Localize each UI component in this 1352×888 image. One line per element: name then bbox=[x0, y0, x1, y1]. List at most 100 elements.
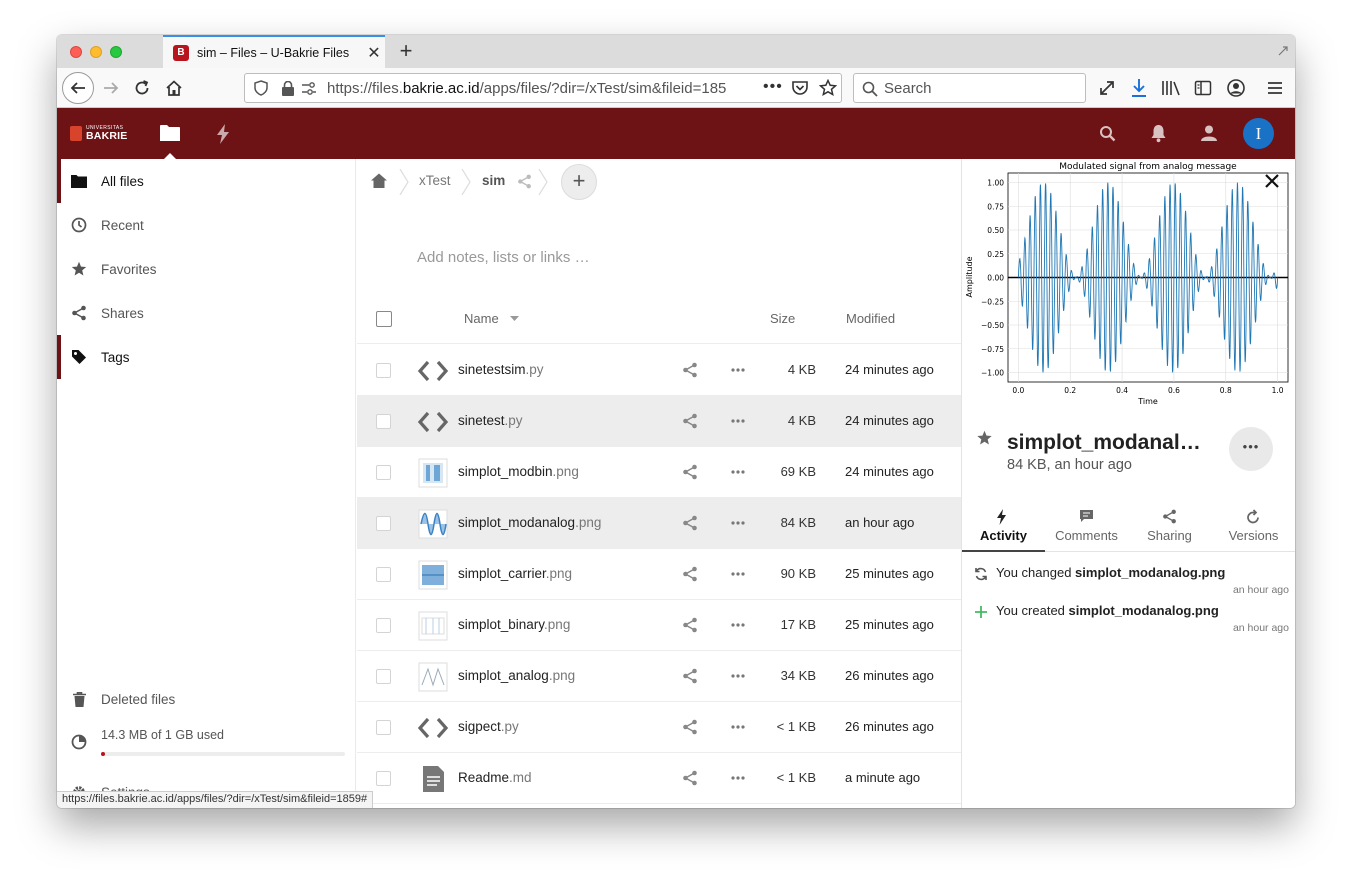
sidebar-item-tags[interactable]: Tags bbox=[57, 335, 356, 379]
tab-sharing[interactable]: Sharing bbox=[1128, 504, 1211, 552]
share-icon[interactable] bbox=[682, 515, 698, 531]
more-actions-icon[interactable] bbox=[730, 719, 746, 735]
notes-placeholder[interactable]: Add notes, lists or links … bbox=[417, 249, 590, 266]
close-details-icon[interactable] bbox=[1265, 174, 1279, 188]
row-checkbox[interactable] bbox=[376, 771, 391, 786]
row-checkbox[interactable] bbox=[376, 618, 391, 633]
shield-icon[interactable] bbox=[253, 80, 269, 96]
share-icon[interactable] bbox=[682, 566, 698, 582]
new-file-button[interactable]: + bbox=[561, 164, 597, 200]
tab-activity[interactable]: Activity bbox=[962, 504, 1045, 552]
home-button[interactable] bbox=[160, 74, 188, 102]
more-actions-icon[interactable] bbox=[730, 413, 746, 429]
tab-active[interactable]: B sim – Files – U-Bakrie Files ✕ bbox=[163, 35, 385, 68]
sidebar-item-recent[interactable]: Recent bbox=[57, 203, 356, 247]
expand-icon[interactable] bbox=[1098, 79, 1116, 97]
sidebar-item-favorites[interactable]: Favorites bbox=[57, 247, 356, 291]
page-actions-icon[interactable]: ••• bbox=[763, 78, 783, 96]
table-row[interactable]: sigpect.py < 1 KB 26 minutes ago bbox=[357, 702, 961, 753]
download-icon[interactable] bbox=[1130, 78, 1148, 98]
details-more-button[interactable]: ••• bbox=[1229, 427, 1273, 471]
activity-app-icon[interactable] bbox=[216, 124, 230, 144]
row-checkbox[interactable] bbox=[376, 516, 391, 531]
notifications-bell-icon[interactable] bbox=[1150, 124, 1167, 143]
permissions-icon[interactable] bbox=[301, 81, 317, 96]
select-all-checkbox[interactable] bbox=[376, 311, 392, 327]
minimize-window-button[interactable] bbox=[90, 46, 102, 58]
table-row[interactable]: sinetest.py 4 KB 24 minutes ago bbox=[357, 396, 961, 447]
restore-icon[interactable] bbox=[1277, 43, 1289, 57]
files-app-button[interactable] bbox=[157, 118, 183, 159]
table-row[interactable]: Readme.md < 1 KB a minute ago bbox=[357, 753, 961, 804]
share-icon[interactable] bbox=[682, 719, 698, 735]
row-checkbox[interactable] bbox=[376, 465, 391, 480]
library-icon[interactable] bbox=[1161, 79, 1181, 97]
more-actions-icon[interactable] bbox=[730, 515, 746, 531]
browser-search-field[interactable]: Search bbox=[853, 73, 1086, 103]
breadcrumb-sim[interactable]: sim bbox=[482, 173, 505, 188]
file-name[interactable]: sigpect.py bbox=[458, 719, 519, 734]
sidebar-toggle-icon[interactable] bbox=[1194, 79, 1212, 97]
file-name[interactable]: simplot_analog.png bbox=[458, 668, 575, 683]
share-icon[interactable] bbox=[682, 413, 698, 429]
sidebar-item-all-files[interactable]: All files bbox=[57, 159, 356, 203]
more-actions-icon[interactable] bbox=[730, 464, 746, 480]
file-name[interactable]: Readme.md bbox=[458, 770, 532, 785]
home-icon[interactable] bbox=[371, 173, 387, 188]
pocket-icon[interactable] bbox=[791, 80, 809, 97]
row-checkbox[interactable] bbox=[376, 567, 391, 582]
modified-column-header[interactable]: Modified bbox=[846, 311, 895, 326]
more-actions-icon[interactable] bbox=[730, 668, 746, 684]
breadcrumb-xtest[interactable]: xTest bbox=[419, 173, 451, 188]
row-checkbox[interactable] bbox=[376, 720, 391, 735]
account-icon[interactable] bbox=[1226, 78, 1246, 98]
user-avatar[interactable]: I bbox=[1243, 118, 1274, 149]
close-tab-icon[interactable]: ✕ bbox=[363, 43, 385, 63]
table-row[interactable]: simplot_binary.png 17 KB 25 minutes ago bbox=[357, 600, 961, 651]
share-icon[interactable] bbox=[682, 668, 698, 684]
table-row[interactable]: simplot_analog.png 34 KB 26 minutes ago bbox=[357, 651, 961, 702]
sidebar-item-deleted-files[interactable]: Deleted files bbox=[57, 677, 356, 721]
url-bar[interactable]: https://files.bakrie.ac.id/apps/files/?d… bbox=[244, 73, 842, 103]
tab-comments[interactable]: Comments bbox=[1045, 504, 1128, 552]
table-row[interactable]: simplot_modanalog.png 84 KB an hour ago bbox=[357, 498, 961, 549]
file-name[interactable]: simplot_binary.png bbox=[458, 617, 570, 632]
more-actions-icon[interactable] bbox=[730, 362, 746, 378]
share-icon[interactable] bbox=[682, 617, 698, 633]
file-name[interactable]: simplot_modanalog.png bbox=[458, 515, 601, 530]
forward-button[interactable] bbox=[97, 74, 125, 102]
table-row[interactable]: simplot_modbin.png 69 KB 24 minutes ago bbox=[357, 447, 961, 498]
file-name[interactable]: sinetestsim.py bbox=[458, 362, 544, 377]
file-name[interactable]: sinetest.py bbox=[458, 413, 523, 428]
back-button[interactable] bbox=[62, 72, 94, 104]
row-checkbox[interactable] bbox=[376, 669, 391, 684]
row-checkbox[interactable] bbox=[376, 414, 391, 429]
share-icon[interactable] bbox=[682, 464, 698, 480]
share-icon[interactable] bbox=[517, 174, 532, 189]
more-actions-icon[interactable] bbox=[730, 566, 746, 582]
header-search-icon[interactable] bbox=[1099, 125, 1116, 142]
more-actions-icon[interactable] bbox=[730, 770, 746, 786]
name-column-header[interactable]: Name bbox=[464, 311, 499, 326]
share-icon[interactable] bbox=[682, 770, 698, 786]
bakrie-logo[interactable]: UNIVERSITAS BAKRIE bbox=[70, 125, 132, 143]
share-icon[interactable] bbox=[682, 362, 698, 378]
close-window-button[interactable] bbox=[70, 46, 82, 58]
zoom-window-button[interactable] bbox=[110, 46, 122, 58]
size-column-header[interactable]: Size bbox=[770, 311, 795, 326]
contacts-icon[interactable] bbox=[1200, 124, 1218, 142]
lock-icon[interactable] bbox=[281, 81, 295, 96]
hamburger-menu-icon[interactable] bbox=[1266, 79, 1284, 97]
sort-desc-icon[interactable] bbox=[510, 316, 519, 322]
file-name[interactable]: simplot_carrier.png bbox=[458, 566, 572, 581]
reload-button[interactable] bbox=[128, 74, 156, 102]
tab-versions[interactable]: Versions bbox=[1212, 504, 1295, 552]
favorite-star-icon[interactable] bbox=[976, 430, 993, 446]
new-tab-button[interactable]: + bbox=[395, 39, 417, 63]
sidebar-item-shares[interactable]: Shares bbox=[57, 291, 356, 335]
file-name[interactable]: simplot_modbin.png bbox=[458, 464, 579, 479]
bookmark-star-icon[interactable] bbox=[819, 79, 837, 97]
row-checkbox[interactable] bbox=[376, 363, 391, 378]
more-actions-icon[interactable] bbox=[730, 617, 746, 633]
table-row[interactable]: simplot_carrier.png 90 KB 25 minutes ago bbox=[357, 549, 961, 600]
